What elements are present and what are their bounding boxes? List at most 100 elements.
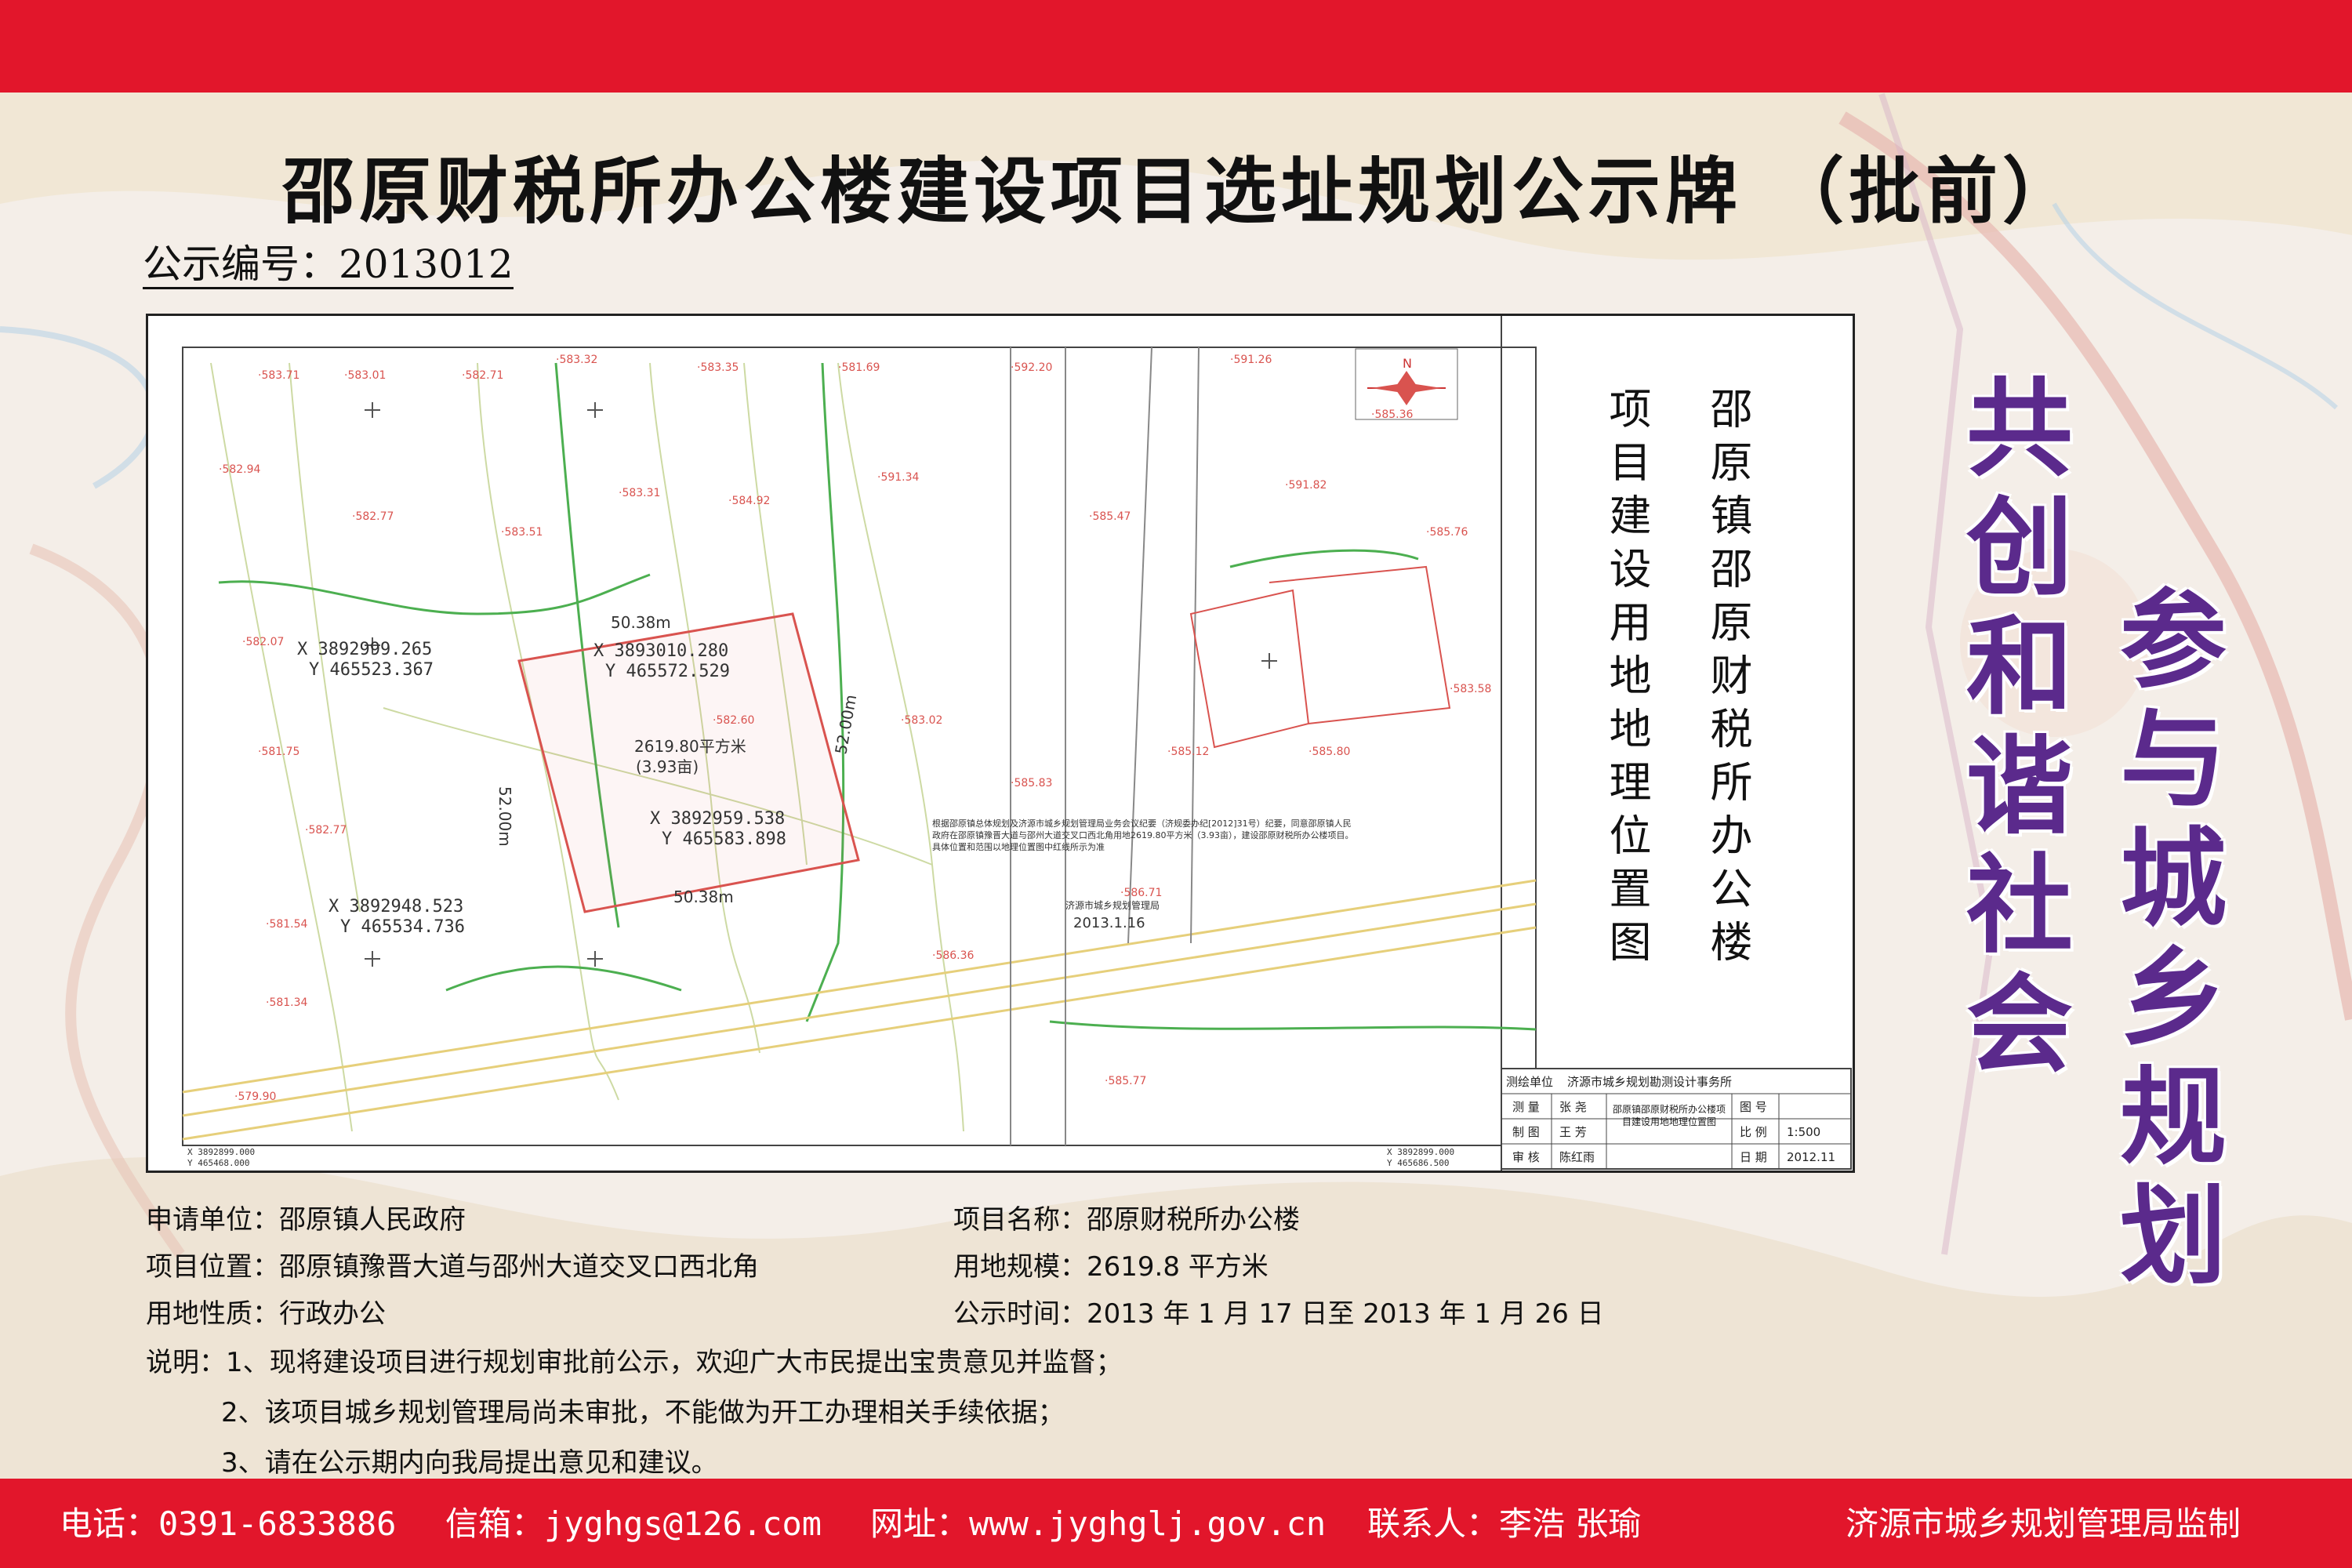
project-name-value: 邵原财税所办公楼 bbox=[1087, 1204, 1300, 1236]
slogan-left: 共 创 和 谐 社 会 bbox=[1957, 370, 2082, 1085]
svg-text:·583.51: ·583.51 bbox=[501, 526, 543, 539]
survey-points: ·583.71 ·583.01 ·582.71 ·583.32 ·583.35 ·581… bbox=[219, 354, 1491, 1103]
slogan-left-char: 共 bbox=[1966, 368, 2073, 492]
web-label: 网址： bbox=[870, 1504, 970, 1543]
project-name-label: 项目名称： bbox=[953, 1204, 1087, 1236]
neighbor-building bbox=[1189, 565, 1451, 749]
note-3: 3、请在公示期内向我局提出意见和建议。 bbox=[221, 1447, 718, 1479]
nature-label: 用地性质： bbox=[146, 1298, 279, 1330]
svg-text:·582.77: ·582.77 bbox=[305, 824, 347, 837]
svg-text:·582.07: ·582.07 bbox=[242, 636, 284, 648]
contact-value: 李浩 张瑜 bbox=[1499, 1504, 1642, 1543]
notice-value: 2013012 bbox=[339, 241, 514, 287]
svg-text:·581.54: ·581.54 bbox=[266, 918, 308, 931]
side-title-col1: 邵原镇邵原财税所办公楼 bbox=[1703, 387, 1752, 973]
slogan-left-char: 会 bbox=[1966, 964, 2073, 1087]
phone-label: 电话： bbox=[60, 1504, 159, 1543]
tb-value-2: 1:500 bbox=[1787, 1125, 1820, 1139]
phone-value[interactable]: 0391-6833886 bbox=[158, 1504, 396, 1543]
approval-note: 根据邵原镇总体规划及济源市城乡规划管理局业务会议纪要（济规委办纪[2012]31… bbox=[932, 818, 1354, 852]
period-label: 公示时间： bbox=[953, 1298, 1087, 1330]
slogan-right-char: 规 bbox=[2120, 1056, 2227, 1180]
slogan-left-char: 谐 bbox=[1966, 725, 2073, 849]
corner-bl: X 3892899.000 bbox=[187, 1147, 255, 1157]
corner-br: X 3892899.000 bbox=[1387, 1147, 1454, 1157]
info-nature: 用地性质：行政办公 bbox=[146, 1292, 386, 1330]
info-project-name: 项目名称：邵原财税所办公楼 bbox=[953, 1198, 1300, 1236]
svg-text:·582.94: ·582.94 bbox=[219, 463, 261, 476]
coord-ne-y: Y 465572.529 bbox=[605, 662, 730, 681]
mail-label: 信箱： bbox=[445, 1504, 545, 1543]
slogan-left-char: 和 bbox=[1966, 606, 2073, 730]
tb-value-3: 2012.11 bbox=[1787, 1150, 1835, 1164]
svg-text:·583.01: ·583.01 bbox=[344, 369, 386, 382]
svg-text:·591.26: ·591.26 bbox=[1230, 354, 1272, 366]
nature-value: 行政办公 bbox=[279, 1298, 386, 1330]
dim-left: 52.00m bbox=[495, 786, 514, 847]
slogan-right-char: 与 bbox=[2120, 699, 2227, 822]
dim-right: 52.00m bbox=[831, 693, 860, 756]
footer-phone: 电话：0391-6833886 bbox=[60, 1497, 396, 1545]
tb-field-1: 图 号 bbox=[1740, 1100, 1767, 1114]
title-block: 测绘单位 济源市城乡规划勘测设计事务所 测 量 张 尧 制 图 王 芳 审 核 … bbox=[1501, 1068, 1852, 1170]
slogan-right-char: 乡 bbox=[2120, 937, 2227, 1061]
svg-text:·581.75: ·581.75 bbox=[258, 746, 299, 758]
svg-text:N: N bbox=[1403, 356, 1412, 371]
applicant-label: 申请单位： bbox=[146, 1204, 279, 1236]
svg-text:·582.71: ·582.71 bbox=[462, 369, 503, 382]
note-2: 2、该项目城乡规划管理局尚未审批，不能做为开工办理相关手续依据； bbox=[221, 1397, 1065, 1428]
svg-text:·583.31: ·583.31 bbox=[619, 487, 660, 499]
tb-role-2: 制 图 bbox=[1512, 1125, 1540, 1139]
dim-top: 50.38m bbox=[611, 613, 671, 632]
top-banner bbox=[0, 0, 2352, 93]
tb-role-1: 测 量 bbox=[1512, 1100, 1540, 1114]
svg-text:·591.82: ·591.82 bbox=[1285, 479, 1327, 492]
tb-field-3: 日 期 bbox=[1740, 1150, 1767, 1164]
scale-label: 用地规模： bbox=[953, 1251, 1087, 1283]
tb-name-3: 陈红雨 bbox=[1559, 1150, 1595, 1164]
notice-label: 公示编号： bbox=[143, 241, 339, 287]
coord-ne-x: X 3893010.280 bbox=[593, 641, 728, 661]
coord-sw-y: Y 465534.736 bbox=[340, 917, 465, 937]
footer-contact: 联系人：李浩 张瑜 bbox=[1367, 1497, 1641, 1545]
location-map: ·583.71 ·583.01 ·582.71 ·583.32 ·583.35 ·581… bbox=[146, 314, 1855, 1173]
period-value: 2013 年 1 月 17 日至 2013 年 1 月 26 日 bbox=[1087, 1298, 1604, 1330]
slogan-right: 参 与 城 乡 规 划 bbox=[2111, 582, 2236, 1297]
svg-text:·579.90: ·579.90 bbox=[234, 1091, 276, 1103]
web-value[interactable]: www.jyghglj.gov.cn bbox=[969, 1504, 1326, 1543]
svg-text:·585.76: ·585.76 bbox=[1426, 526, 1468, 539]
page-title: 邵原财税所办公楼建设项目选址规划公示牌 （批前） bbox=[282, 150, 2080, 234]
svg-text:·583.32: ·583.32 bbox=[556, 354, 597, 366]
tb-project-desc: 邵原镇邵原财税所办公楼项目建设用地地理位置图 bbox=[1612, 1104, 1726, 1127]
approval-org: 济源市城乡规划管理局 bbox=[1065, 899, 1160, 911]
svg-text:·582.60: ·582.60 bbox=[713, 714, 754, 727]
coord-se-x: X 3892959.538 bbox=[650, 809, 785, 829]
location-value: 邵原镇豫晋大道与邵州大道交叉口西北角 bbox=[279, 1251, 759, 1283]
svg-text:·581.69: ·581.69 bbox=[838, 361, 880, 374]
contact-label: 联系人： bbox=[1367, 1504, 1500, 1543]
svg-text:·592.20: ·592.20 bbox=[1011, 361, 1052, 374]
coord-nw-x: X 3892999.265 bbox=[297, 640, 432, 659]
svg-text:·585.47: ·585.47 bbox=[1089, 510, 1131, 523]
tb-name-2: 王 芳 bbox=[1559, 1125, 1587, 1139]
slogan-left-char: 创 bbox=[1966, 487, 2073, 611]
svg-text:·586.36: ·586.36 bbox=[932, 949, 975, 962]
applicant-value: 邵原镇人民政府 bbox=[279, 1204, 466, 1236]
area-label: 2619.80平方米 bbox=[634, 737, 746, 756]
coord-se-y: Y 465583.898 bbox=[662, 829, 786, 849]
svg-text:·585.80: ·585.80 bbox=[1308, 746, 1350, 758]
slogan-right-char: 城 bbox=[2120, 818, 2227, 942]
svg-text:·585.12: ·585.12 bbox=[1167, 746, 1209, 758]
info-scale: 用地规模：2619.8 平方米 bbox=[953, 1245, 1269, 1283]
footer-mail: 信箱：jyghgs@126.com bbox=[445, 1497, 822, 1545]
footer-web: 网址：www.jyghglj.gov.cn bbox=[870, 1497, 1326, 1545]
svg-text:·584.92: ·584.92 bbox=[728, 495, 770, 507]
info-location: 项目位置：邵原镇豫晋大道与邵州大道交叉口西北角 bbox=[146, 1245, 759, 1283]
coord-nw-y: Y 465523.367 bbox=[309, 660, 434, 680]
approval-date: 2013.1.16 bbox=[1073, 915, 1145, 931]
mail-value[interactable]: jyghgs@126.com bbox=[544, 1504, 822, 1543]
slogan-right-char: 划 bbox=[2120, 1175, 2227, 1299]
svg-text:·583.58: ·583.58 bbox=[1450, 683, 1491, 695]
svg-text:·582.77: ·582.77 bbox=[352, 510, 394, 523]
notice-number: 公示编号：2013012 bbox=[143, 241, 514, 289]
